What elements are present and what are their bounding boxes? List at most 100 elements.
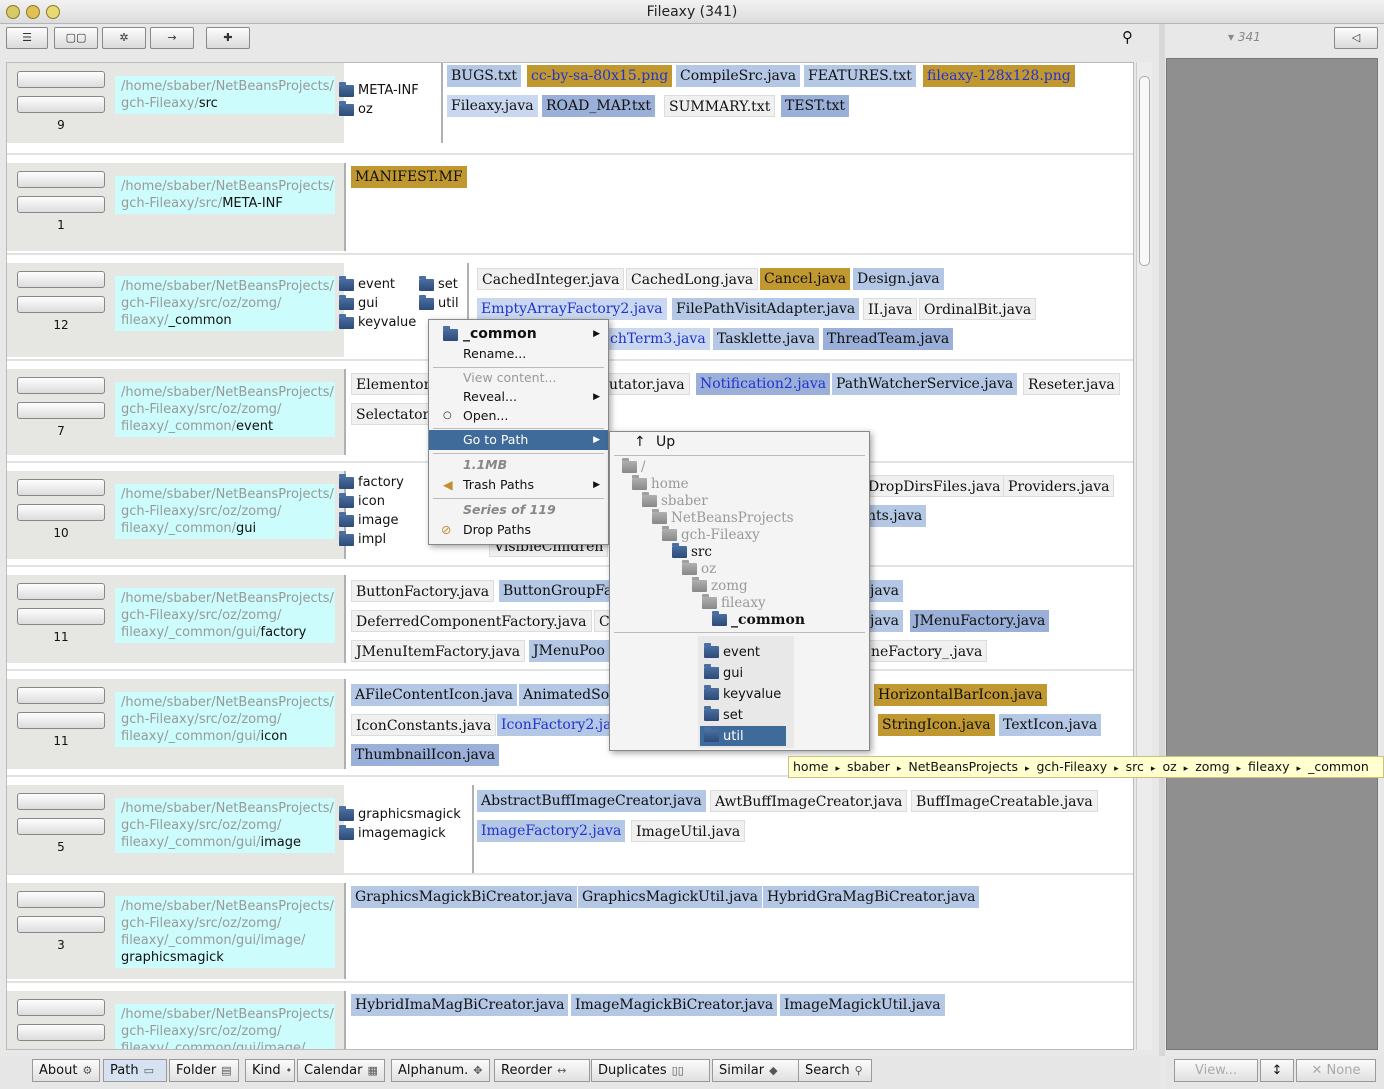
file-item[interactable]: TextIcon.java: [999, 714, 1102, 736]
file-item[interactable]: IconConstants.java: [351, 714, 497, 736]
view-button[interactable]: View...: [1174, 1059, 1258, 1082]
settings-button[interactable]: ✲: [102, 27, 146, 49]
file-item[interactable]: PathWatcherService.java: [832, 373, 1018, 395]
hide-button[interactable]: [17, 71, 105, 88]
file-item[interactable]: ThumbnailIcon.java: [351, 744, 500, 766]
select-button[interactable]: [17, 96, 105, 113]
file-item[interactable]: nts.java: [863, 505, 927, 527]
sort-button[interactable]: ↕: [1260, 1059, 1294, 1082]
breadcrumb-item[interactable]: fileaxy: [1248, 759, 1290, 774]
file-item[interactable]: BuffImageCreatable.java: [911, 790, 1098, 812]
file-item[interactable]: Elementor: [351, 373, 436, 395]
scroll-thumb[interactable]: [1139, 76, 1150, 266]
menu-button[interactable]: ☰: [6, 27, 48, 49]
search-icon[interactable]: ⚲: [1122, 28, 1133, 46]
folder-item[interactable]: keyvalue: [339, 313, 416, 330]
file-item[interactable]: AbstractBuffImageCreator.java: [477, 790, 706, 812]
layout-button[interactable]: ▢▢: [54, 27, 98, 49]
breadcrumb-item[interactable]: gch-Fileaxy: [1037, 759, 1108, 774]
breadcrumb-item[interactable]: _common: [1308, 759, 1369, 774]
breadcrumb-item[interactable]: zomg: [1195, 759, 1229, 774]
menu-open[interactable]: ○ Open...: [429, 406, 608, 426]
tab-calendar[interactable]: Calendar ▦: [297, 1059, 385, 1082]
path-ancestor-item[interactable]: /: [622, 458, 646, 475]
select-button[interactable]: [17, 818, 105, 835]
breadcrumb-item[interactable]: home: [793, 759, 828, 774]
tab-search[interactable]: Search ⚲: [798, 1059, 872, 1082]
file-item[interactable]: ImageMagickUtil.java: [780, 994, 945, 1016]
file-item[interactable]: CachedInteger.java: [477, 268, 625, 290]
file-item[interactable]: FEATURES.txt: [804, 65, 916, 87]
menu-go-to-path[interactable]: Go to Path ▶: [429, 430, 608, 450]
hide-button[interactable]: [17, 891, 105, 908]
menu-drop-paths[interactable]: ⊘ Drop Paths: [429, 520, 608, 540]
file-item[interactable]: HybridGraMagBiCreator.java: [763, 886, 980, 908]
file-item[interactable]: Fileaxy.java: [447, 95, 538, 117]
file-item[interactable]: GraphicsMagickBiCreator.java: [351, 886, 577, 908]
file-item[interactable]: HybridImaMagBiCreator.java: [351, 994, 569, 1016]
splitter[interactable]: [1159, 24, 1165, 1056]
folder-item[interactable]: icon: [339, 492, 385, 509]
file-item[interactable]: BUGS.txt: [447, 65, 521, 87]
select-button[interactable]: [17, 916, 105, 933]
path-ancestor-item[interactable]: oz: [682, 560, 716, 577]
hide-button[interactable]: [17, 171, 105, 188]
menu-header[interactable]: _common ▶: [429, 324, 608, 344]
file-item[interactable]: Providers.java: [1003, 475, 1115, 497]
file-item[interactable]: FilePathVisitAdapter.java: [672, 298, 860, 320]
hide-button[interactable]: [17, 999, 105, 1016]
path-child-item[interactable]: util: [700, 726, 786, 746]
select-button[interactable]: [17, 402, 105, 419]
tab-about[interactable]: About ⚙: [32, 1059, 100, 1082]
folder-item[interactable]: event: [339, 275, 395, 292]
file-list-pane[interactable]: 9/home/sbaber/NetBeansProjects/ gch-File…: [6, 62, 1134, 1050]
path-ancestor-item[interactable]: gch-Fileaxy: [662, 526, 760, 543]
file-item[interactable]: cc-by-sa-80x15.png: [527, 65, 673, 87]
file-item[interactable]: ImageMagickBiCreator.java: [571, 994, 778, 1016]
hide-button[interactable]: [17, 687, 105, 704]
select-button[interactable]: [17, 1024, 105, 1041]
file-item[interactable]: Tasklette.java: [713, 328, 819, 350]
path-child-item[interactable]: set: [700, 705, 786, 725]
breadcrumb-item[interactable]: oz: [1162, 759, 1176, 774]
file-item[interactable]: GraphicsMagickUtil.java: [578, 886, 762, 908]
breadcrumb-item[interactable]: sbaber: [847, 759, 890, 774]
path-ancestor-item[interactable]: sbaber: [642, 492, 708, 509]
add-button[interactable]: ✚: [206, 27, 250, 49]
file-item[interactable]: HorizontalBarIcon.java: [874, 684, 1047, 706]
file-item[interactable]: JMenuItemFactory.java: [351, 640, 526, 662]
file-item[interactable]: Cancel.java: [760, 268, 851, 290]
menu-reveal[interactable]: Reveal... ▶: [429, 387, 608, 407]
hide-button[interactable]: [17, 583, 105, 600]
file-item[interactable]: ThreadTeam.java: [823, 328, 954, 350]
file-item[interactable]: Selectator: [351, 403, 435, 425]
folder-item[interactable]: META-INF: [339, 81, 419, 98]
file-item[interactable]: ROAD_MAP.txt: [542, 95, 655, 117]
file-item[interactable]: StringIcon.java: [878, 714, 995, 736]
file-item[interactable]: OrdinalBit.java: [919, 298, 1037, 320]
tab-similar[interactable]: Similar ◆: [712, 1059, 802, 1082]
file-item[interactable]: Design.java: [853, 268, 944, 290]
file-item[interactable]: chTerm3.java: [606, 328, 710, 350]
file-item[interactable]: ButtonFactory.java: [351, 580, 495, 602]
tab-kind[interactable]: Kind •: [245, 1059, 295, 1082]
path-ancestor-item[interactable]: fileaxy: [702, 594, 766, 611]
file-item[interactable]: fileaxy-128x128.png: [923, 65, 1075, 87]
folder-item[interactable]: util: [419, 294, 459, 311]
forward-button[interactable]: →: [150, 27, 194, 49]
select-button[interactable]: [17, 712, 105, 729]
path-ancestor-item[interactable]: src: [672, 543, 712, 560]
collapse-right-button[interactable]: ◁: [1334, 27, 1378, 49]
file-item[interactable]: neFactory_.java: [866, 640, 988, 662]
path-ancestor-item[interactable]: zomg: [692, 577, 748, 594]
select-button[interactable]: [17, 504, 105, 521]
tab-folder[interactable]: Folder ▤: [169, 1059, 239, 1082]
file-item[interactable]: AwtBuffImageCreator.java: [710, 790, 908, 812]
folder-item[interactable]: oz: [339, 100, 373, 117]
tab-reorder[interactable]: Reorder ↔: [494, 1059, 590, 1082]
file-item[interactable]: MANIFEST.MF: [351, 166, 467, 188]
vertical-scrollbar[interactable]: [1136, 62, 1152, 1050]
path-ancestor-item[interactable]: _common: [712, 611, 805, 628]
path-child-item[interactable]: event: [700, 642, 786, 662]
file-item[interactable]: AnimatedSo: [519, 684, 614, 706]
